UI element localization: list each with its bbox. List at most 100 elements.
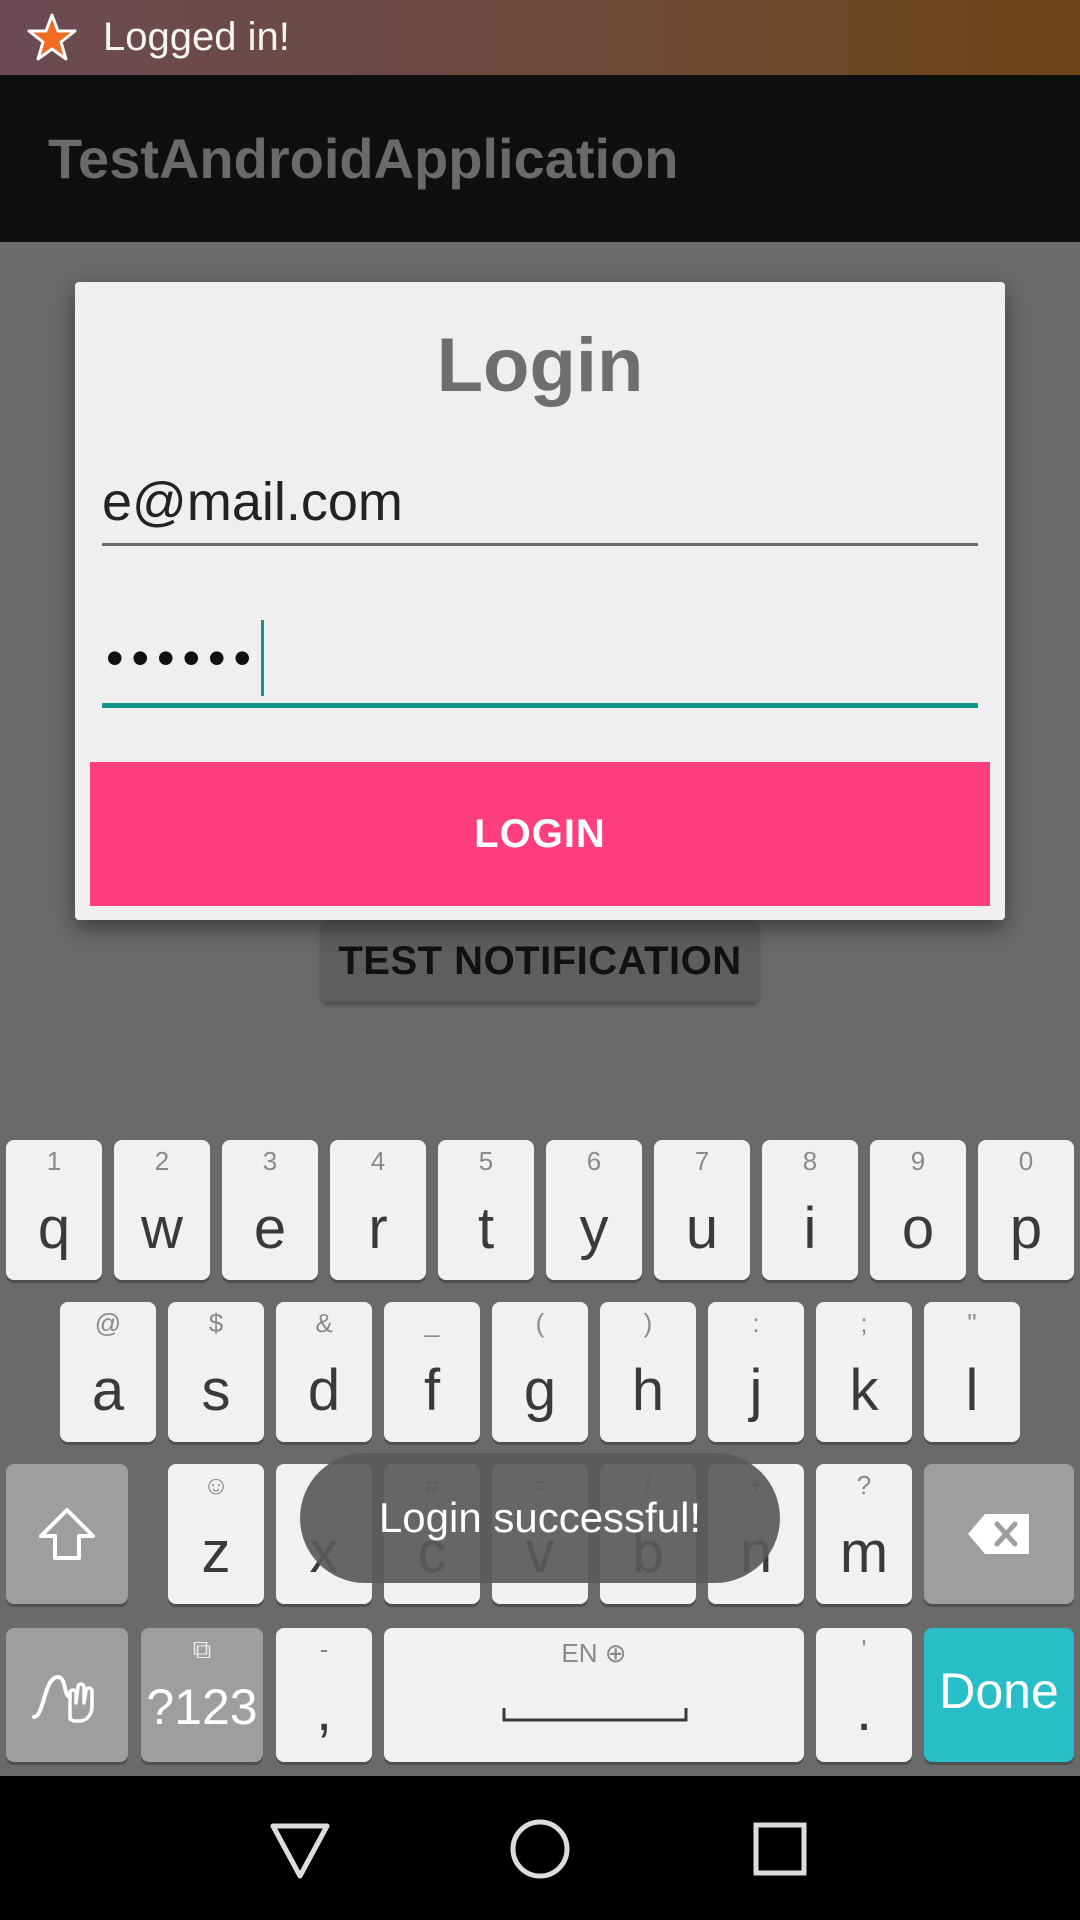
key-p-label: p [1009, 1196, 1043, 1261]
key-z-label: z [201, 1520, 231, 1585]
key-l-hint: " [967, 1308, 977, 1338]
password-value: •••••• [106, 629, 260, 686]
handwriting-key[interactable] [6, 1628, 128, 1762]
key-i-label: i [803, 1196, 817, 1261]
key-m-label: m [839, 1520, 889, 1585]
key-w-hint: 2 [154, 1146, 170, 1176]
key-t[interactable]: 5t [438, 1140, 534, 1280]
key-g-hint: ( [535, 1308, 545, 1338]
shift-key[interactable] [6, 1464, 128, 1604]
soft-keyboard: ?m+n/b=v#cx☺z"l;k:j)h(g_f&d$s@a0p9o8i7u6… [0, 1128, 1080, 1776]
key-q-label: q [37, 1196, 71, 1261]
key-f-label: f [423, 1358, 441, 1423]
key-comma-label: , [315, 1678, 333, 1743]
key-s-hint: $ [208, 1308, 224, 1338]
key-e-hint: 3 [262, 1146, 278, 1176]
password-field[interactable]: •••••• [102, 612, 978, 708]
key-z[interactable]: ☺ z [168, 1464, 264, 1604]
key-a[interactable]: @ a [60, 1302, 156, 1442]
app-bar: TestAndroidApplication [0, 75, 1080, 242]
key-k-label: k [849, 1358, 879, 1423]
key-r-hint: 4 [370, 1146, 386, 1176]
key-u-hint: 7 [694, 1146, 710, 1176]
key-j-hint: : [752, 1308, 760, 1338]
key-y-hint: 6 [586, 1146, 602, 1176]
key-w[interactable]: 2w [114, 1140, 210, 1280]
notification-text: Logged in! [103, 15, 290, 59]
key-period-label: . [855, 1678, 873, 1743]
key-h[interactable]: ) h [600, 1302, 696, 1442]
key-z-hint: ☺ [202, 1470, 230, 1500]
key-j-label: j [749, 1358, 763, 1423]
toast-message: Login successful! [300, 1453, 780, 1583]
status-bar: Logged in! [0, 0, 1080, 75]
space-bar-icon [502, 1708, 688, 1722]
symbols-key-label: ?123 [146, 1679, 258, 1735]
symbols-key[interactable]: ⧉ ?123 [141, 1628, 263, 1762]
key-i[interactable]: 8i [762, 1140, 858, 1280]
login-button[interactable]: LOGIN [90, 762, 990, 906]
handwriting-icon [32, 1674, 94, 1723]
done-key-label: Done [939, 1663, 1059, 1719]
clipboard-icon: ⧉ [192, 1634, 212, 1664]
key-f[interactable]: _ f [384, 1302, 480, 1442]
key-k[interactable]: ; k [816, 1302, 912, 1442]
key-w-label: w [141, 1196, 183, 1261]
key-g[interactable]: (g [492, 1302, 588, 1442]
key-u[interactable]: 7u [654, 1140, 750, 1280]
key-y[interactable]: 6y [546, 1140, 642, 1280]
key-p[interactable]: 0p [978, 1140, 1074, 1280]
star-icon [27, 13, 77, 60]
key-e[interactable]: 3e [222, 1140, 318, 1280]
key-q-hint: 1 [46, 1146, 62, 1176]
key-h-label: h [631, 1358, 665, 1423]
key-o-label: o [901, 1196, 935, 1261]
home-icon[interactable] [505, 1814, 575, 1884]
navigation-bar [0, 1776, 1080, 1920]
key-t-label: t [477, 1196, 495, 1261]
backspace-icon [968, 1514, 1029, 1554]
recents-icon[interactable] [745, 1814, 815, 1884]
key-t-hint: 5 [478, 1146, 494, 1176]
key-y-label: y [579, 1196, 609, 1261]
login-dialog: Login e@mail.com •••••• LOGIN [75, 282, 1005, 920]
key-d[interactable]: & d [276, 1302, 372, 1442]
key-a-label: a [91, 1358, 125, 1423]
key-o-hint: 9 [910, 1146, 926, 1176]
dialog-title: Login [436, 323, 644, 408]
email-field[interactable]: e@mail.com [102, 472, 978, 546]
space-key[interactable]: EN ⊕ [384, 1628, 804, 1762]
key-e-label: e [253, 1196, 287, 1261]
key-d-label: d [307, 1358, 341, 1423]
email-value: e@mail.com [102, 472, 403, 532]
key-r[interactable]: 4r [330, 1140, 426, 1280]
key-o[interactable]: 9o [870, 1140, 966, 1280]
shift-icon [39, 1508, 95, 1560]
back-icon[interactable] [265, 1814, 335, 1884]
test-notification-button[interactable]: TEST NOTIFICATION [322, 920, 758, 1002]
key-l[interactable]: " l [924, 1302, 1020, 1442]
key-j[interactable]: :j [708, 1302, 804, 1442]
key-q[interactable]: 1q [6, 1140, 102, 1280]
key-comma-hint: - [319, 1634, 329, 1664]
backspace-key[interactable] [924, 1464, 1074, 1604]
done-key[interactable]: Done [924, 1628, 1074, 1762]
key-r-label: r [368, 1196, 388, 1261]
key-d-hint: & [315, 1308, 333, 1338]
key-i-hint: 8 [802, 1146, 818, 1176]
key-f-hint: _ [424, 1308, 440, 1338]
key-comma[interactable]: - , [276, 1628, 372, 1762]
key-s-label: s [201, 1358, 231, 1423]
key-period-hint: ' [861, 1634, 867, 1664]
key-h-hint: ) [643, 1308, 653, 1338]
key-l-label: l [965, 1358, 979, 1423]
key-g-label: g [523, 1358, 557, 1423]
text-cursor [261, 619, 265, 696]
key-period[interactable]: ' . [816, 1628, 912, 1762]
key-s[interactable]: $ s [168, 1302, 264, 1442]
key-p-hint: 0 [1018, 1146, 1034, 1176]
space-key-hint: EN ⊕ [561, 1638, 627, 1668]
key-k-hint: ; [860, 1308, 868, 1338]
key-u-label: u [685, 1196, 719, 1261]
key-m[interactable]: ? m [816, 1464, 912, 1604]
